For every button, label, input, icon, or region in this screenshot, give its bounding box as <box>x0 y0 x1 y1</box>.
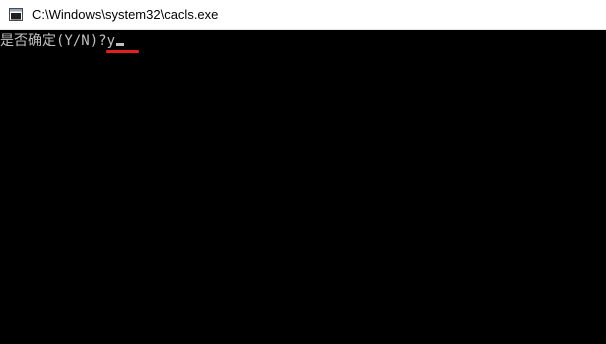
title-bar[interactable]: C:\Windows\system32\cacls.exe <box>0 0 606 30</box>
confirm-prompt-line: 是否确定(Y/N)?y <box>0 32 125 50</box>
prompt-choices: (Y/N)? <box>56 33 107 49</box>
console-app-icon <box>9 8 23 21</box>
typed-answer: y <box>106 33 116 49</box>
console-window: C:\Windows\system32\cacls.exe 是否确定(Y/N)?… <box>0 0 606 344</box>
window-title: C:\Windows\system32\cacls.exe <box>32 7 219 22</box>
console-output-area[interactable]: 是否确定(Y/N)?y <box>0 30 606 344</box>
red-underline-annotation <box>106 50 139 53</box>
text-cursor <box>116 43 125 46</box>
prompt-text: 是否确定 <box>0 33 56 49</box>
